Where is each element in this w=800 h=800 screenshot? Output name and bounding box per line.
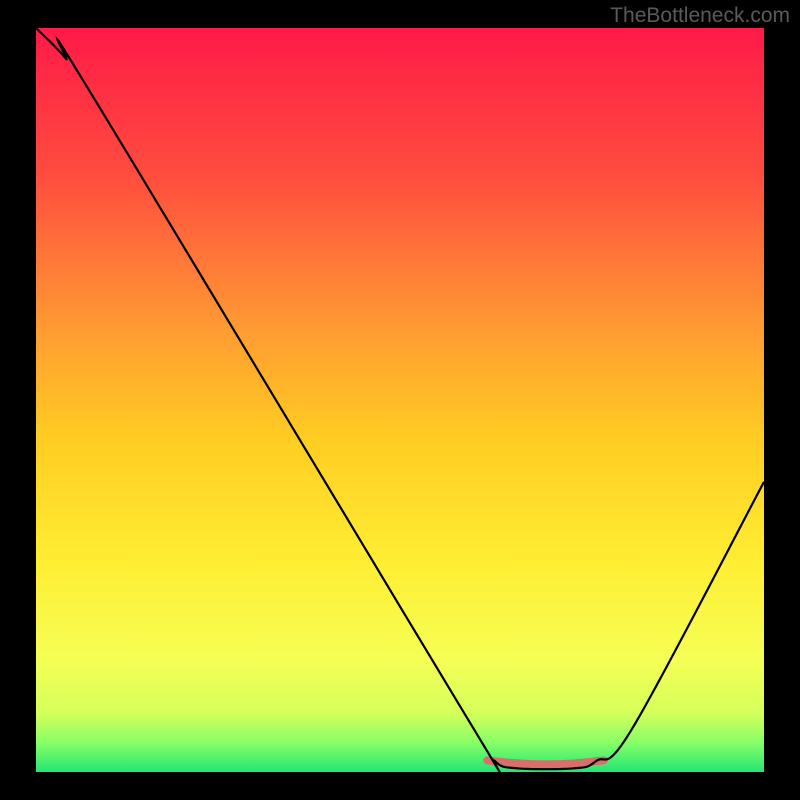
optimal-range-marker — [487, 760, 603, 764]
chart-svg — [36, 28, 764, 772]
plot-area — [36, 28, 764, 772]
attribution-text: TheBottleneck.com — [610, 4, 790, 28]
gradient-background — [36, 28, 764, 772]
chart-container: TheBottleneck.com — [0, 0, 800, 800]
